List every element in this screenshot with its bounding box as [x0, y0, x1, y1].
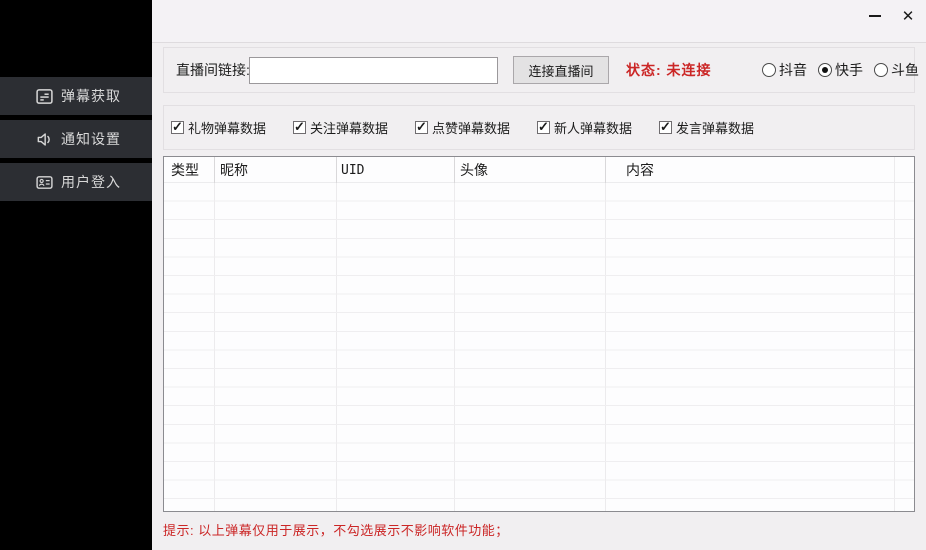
checkbox-icon — [659, 121, 672, 134]
platform-radio-group: 抖音 快手 斗鱼 — [762, 48, 919, 92]
column-header-avatar: 头像 — [460, 157, 488, 183]
id-card-icon — [35, 173, 54, 192]
stream-link-panel: 直播间链接: 连接直播间 状态: 未连接 抖音 快手 斗鱼 — [163, 47, 915, 93]
minimize-icon — [869, 15, 881, 17]
platform-radio-douyin[interactable]: 抖音 — [762, 60, 807, 80]
danmaku-list-icon — [35, 87, 54, 106]
app-window: 弹幕获取 通知设置 用户登入 ✕ — [0, 0, 926, 550]
titlebar: ✕ — [152, 0, 926, 43]
sidebar-item-label: 通知设置 — [61, 129, 121, 149]
minimize-button[interactable] — [860, 2, 890, 30]
filter-gift-danmaku[interactable]: 礼物弹幕数据 — [171, 106, 266, 149]
status-text: 状态: 未连接 — [626, 48, 712, 92]
filter-label: 发言弹幕数据 — [676, 118, 754, 137]
filter-newcomer-danmaku[interactable]: 新人弹幕数据 — [537, 106, 632, 149]
close-button[interactable]: ✕ — [893, 2, 923, 30]
filter-chat-danmaku[interactable]: 发言弹幕数据 — [659, 106, 754, 149]
sidebar-item-danmaku-capture[interactable]: 弹幕获取 — [0, 77, 152, 115]
checkbox-icon — [537, 121, 550, 134]
checkbox-icon — [171, 121, 184, 134]
connect-button[interactable]: 连接直播间 — [513, 56, 609, 84]
platform-label: 抖音 — [779, 60, 807, 80]
sidebar: 弹幕获取 通知设置 用户登入 — [0, 0, 152, 550]
checkbox-icon — [293, 121, 306, 134]
danmaku-filter-panel: 礼物弹幕数据 关注弹幕数据 点赞弹幕数据 新人弹幕数据 发言弹幕数据 — [163, 105, 915, 150]
radio-icon — [874, 63, 888, 77]
column-header-uid: UID — [341, 157, 364, 183]
table-body-empty — [164, 183, 914, 511]
stream-link-input[interactable] — [249, 57, 498, 84]
stream-link-label: 直播间链接: — [176, 48, 250, 92]
column-header-content: 内容 — [626, 157, 654, 183]
platform-label: 快手 — [835, 60, 863, 80]
table-header: 类型 昵称 UID 头像 内容 — [164, 157, 914, 183]
filter-label: 新人弹幕数据 — [554, 118, 632, 137]
speaker-icon — [35, 130, 54, 149]
checkbox-icon — [415, 121, 428, 134]
danmaku-table: 类型 昵称 UID 头像 内容 — [163, 156, 915, 512]
filter-like-danmaku[interactable]: 点赞弹幕数据 — [415, 106, 510, 149]
filter-label: 礼物弹幕数据 — [188, 118, 266, 137]
sidebar-item-label: 用户登入 — [61, 172, 121, 192]
sidebar-item-user-login[interactable]: 用户登入 — [0, 163, 152, 201]
radio-icon — [762, 63, 776, 77]
filter-follow-danmaku[interactable]: 关注弹幕数据 — [293, 106, 388, 149]
close-icon: ✕ — [902, 9, 915, 24]
column-header-type: 类型 — [171, 157, 199, 183]
filter-label: 点赞弹幕数据 — [432, 118, 510, 137]
platform-label: 斗鱼 — [891, 60, 919, 80]
sidebar-item-notification-settings[interactable]: 通知设置 — [0, 120, 152, 158]
filter-label: 关注弹幕数据 — [310, 118, 388, 137]
column-header-nickname: 昵称 — [220, 157, 248, 183]
sidebar-item-label: 弹幕获取 — [61, 86, 121, 106]
platform-radio-douyu[interactable]: 斗鱼 — [874, 60, 919, 80]
platform-radio-kuaishou[interactable]: 快手 — [818, 60, 863, 80]
main-area: ✕ 直播间链接: 连接直播间 状态: 未连接 抖音 快手 斗鱼 — [152, 0, 926, 550]
radio-icon — [818, 63, 832, 77]
hint-text: 提示: 以上弹幕仅用于展示，不勾选展示不影响软件功能； — [163, 520, 509, 539]
